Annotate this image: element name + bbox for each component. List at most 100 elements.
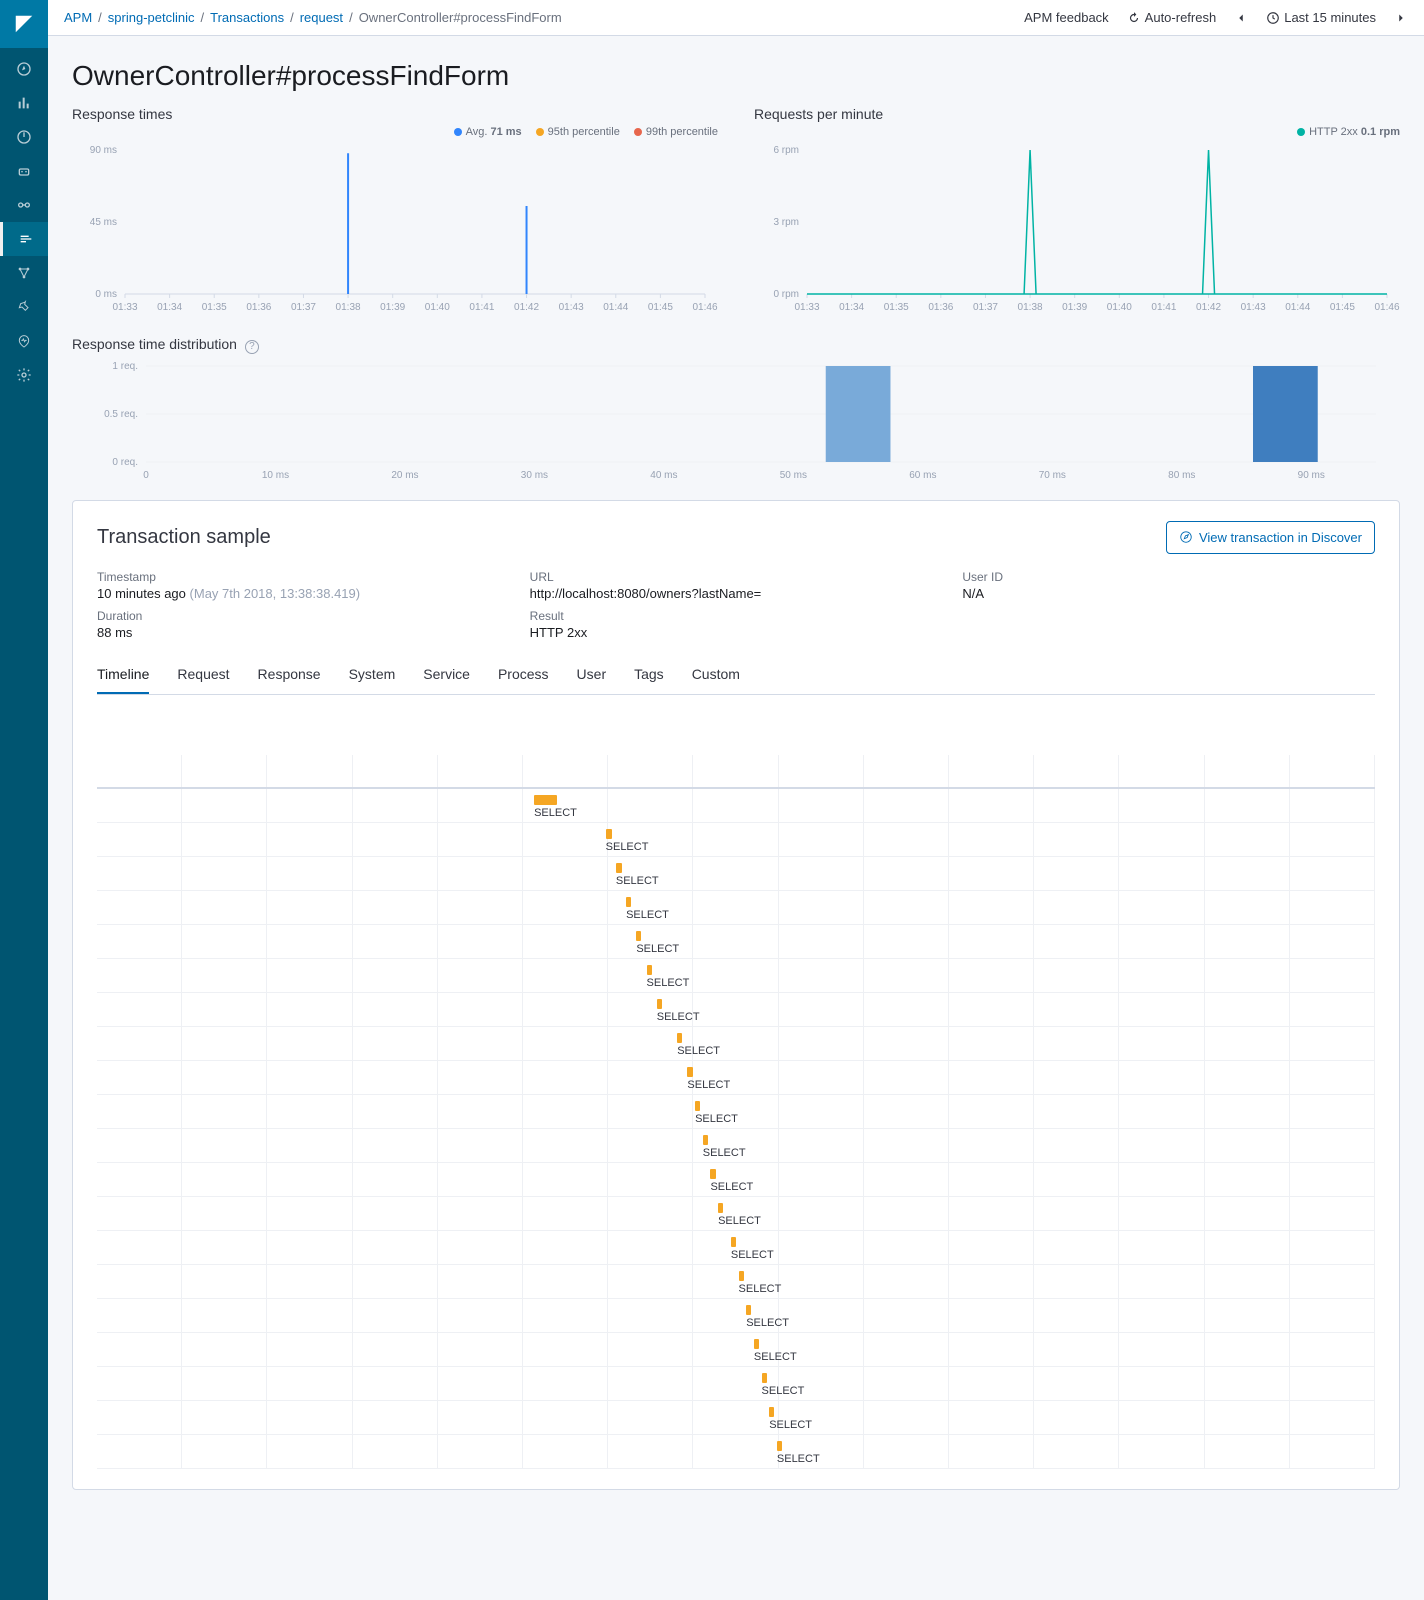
transaction-sample-panel: Transaction sample View transaction in D… <box>72 500 1400 1490</box>
svg-text:01:41: 01:41 <box>469 302 494 313</box>
crumb-apm[interactable]: APM <box>64 10 92 25</box>
page-title: OwnerController#processFindForm <box>72 60 1400 92</box>
url-value: http://localhost:8080/owners?lastName= <box>530 586 943 601</box>
time-next-button[interactable] <box>1394 11 1408 25</box>
svg-text:01:40: 01:40 <box>425 302 450 313</box>
svg-text:01:37: 01:37 <box>973 302 998 313</box>
waterfall-span[interactable]: SELECT <box>97 1299 1375 1333</box>
timestamp-label: Timestamp <box>97 570 510 584</box>
view-in-discover-button[interactable]: View transaction in Discover <box>1166 521 1375 554</box>
tab-system[interactable]: System <box>349 656 396 694</box>
waterfall-span[interactable]: SELECT <box>97 925 1375 959</box>
crumb-transactions[interactable]: Transactions <box>210 10 284 25</box>
svg-text:01:43: 01:43 <box>559 302 584 313</box>
svg-text:01:34: 01:34 <box>839 302 864 313</box>
waterfall-span[interactable]: SELECT <box>97 1231 1375 1265</box>
waterfall-span[interactable]: SELECT <box>97 1435 1375 1469</box>
nav-discover[interactable] <box>0 52 48 86</box>
nav-apm[interactable] <box>0 222 48 256</box>
svg-text:01:33: 01:33 <box>112 302 137 313</box>
svg-text:01:36: 01:36 <box>928 302 953 313</box>
waterfall-span[interactable]: SELECT <box>97 1401 1375 1435</box>
svg-text:01:37: 01:37 <box>291 302 316 313</box>
clock-icon <box>1266 11 1280 25</box>
refresh-icon <box>1127 11 1141 25</box>
rpm-chart[interactable]: 0 rpm3 rpm6 rpm01:3301:3401:3501:3601:37… <box>754 142 1400 322</box>
svg-text:0.5 req.: 0.5 req. <box>104 409 138 420</box>
svg-text:01:45: 01:45 <box>648 302 673 313</box>
compass-icon <box>1179 530 1193 544</box>
nav-devtools[interactable] <box>0 290 48 324</box>
waterfall-span[interactable]: SELECT <box>97 1129 1375 1163</box>
tab-user[interactable]: User <box>577 656 607 694</box>
timeline-waterfall[interactable]: SELECTSELECTSELECTSELECTSELECTSELECTSELE… <box>97 755 1375 1469</box>
waterfall-span[interactable]: SELECT <box>97 959 1375 993</box>
svg-text:01:46: 01:46 <box>1374 302 1399 313</box>
nav-management[interactable] <box>0 358 48 392</box>
topbar: APM/ spring-petclinic/ Transactions/ req… <box>48 0 1424 36</box>
tab-service[interactable]: Service <box>423 656 470 694</box>
svg-text:20 ms: 20 ms <box>391 470 418 481</box>
svg-text:0 rpm: 0 rpm <box>773 289 799 300</box>
nav-graph[interactable] <box>0 256 48 290</box>
svg-text:60 ms: 60 ms <box>909 470 936 481</box>
waterfall-span[interactable]: SELECT <box>97 891 1375 925</box>
waterfall-span[interactable]: SELECT <box>97 1027 1375 1061</box>
waterfall-span[interactable]: SELECT <box>97 1265 1375 1299</box>
svg-text:01:35: 01:35 <box>202 302 227 313</box>
svg-text:70 ms: 70 ms <box>1039 470 1066 481</box>
duration-value: 88 ms <box>97 625 510 640</box>
waterfall-span[interactable]: SELECT <box>97 1095 1375 1129</box>
crumb-service[interactable]: spring-petclinic <box>108 10 195 25</box>
svg-text:1 req.: 1 req. <box>112 361 138 372</box>
tab-request[interactable]: Request <box>177 656 229 694</box>
svg-text:01:36: 01:36 <box>246 302 271 313</box>
user-label: User ID <box>962 570 1375 584</box>
nav-timelion[interactable] <box>0 154 48 188</box>
svg-text:01:35: 01:35 <box>884 302 909 313</box>
svg-text:3 rpm: 3 rpm <box>773 217 799 228</box>
tab-response[interactable]: Response <box>258 656 321 694</box>
tab-timeline[interactable]: Timeline <box>97 656 149 694</box>
waterfall-span[interactable]: SELECT <box>97 823 1375 857</box>
waterfall-span[interactable]: SELECT <box>97 789 1375 823</box>
apm-feedback-link[interactable]: APM feedback <box>1024 10 1109 25</box>
tab-custom[interactable]: Custom <box>692 656 740 694</box>
svg-text:01:33: 01:33 <box>794 302 819 313</box>
response-times-chart[interactable]: 0 ms45 ms90 ms01:3301:3401:3501:3601:370… <box>72 142 718 322</box>
waterfall-span[interactable]: SELECT <box>97 1333 1375 1367</box>
nav-monitoring[interactable] <box>0 324 48 358</box>
waterfall-span[interactable]: SELECT <box>97 1197 1375 1231</box>
distribution-title: Response time distribution ? <box>72 336 1400 354</box>
kibana-logo[interactable] <box>0 0 48 48</box>
result-value: HTTP 2xx <box>530 625 943 640</box>
time-prev-button[interactable] <box>1234 11 1248 25</box>
svg-text:10 ms: 10 ms <box>262 470 289 481</box>
result-label: Result <box>530 609 943 623</box>
nav-dashboard[interactable] <box>0 120 48 154</box>
tab-tags[interactable]: Tags <box>634 656 664 694</box>
nav-visualize[interactable] <box>0 86 48 120</box>
waterfall-span[interactable]: SELECT <box>97 857 1375 891</box>
crumb-type[interactable]: request <box>300 10 343 25</box>
user-value: N/A <box>962 586 1375 601</box>
auto-refresh-toggle[interactable]: Auto-refresh <box>1127 10 1217 25</box>
help-icon[interactable]: ? <box>245 340 259 354</box>
svg-text:50 ms: 50 ms <box>780 470 807 481</box>
distribution-chart[interactable]: 0 req.0.5 req.1 req.010 ms20 ms30 ms40 m… <box>72 358 1400 488</box>
response-times-title: Response times <box>72 106 718 122</box>
nav-ml[interactable] <box>0 188 48 222</box>
crumb-current: OwnerController#processFindForm <box>359 10 562 25</box>
duration-label: Duration <box>97 609 510 623</box>
waterfall-span[interactable]: SELECT <box>97 1367 1375 1401</box>
waterfall-span[interactable]: SELECT <box>97 1061 1375 1095</box>
svg-text:45 ms: 45 ms <box>90 217 117 228</box>
waterfall-span[interactable]: SELECT <box>97 993 1375 1027</box>
waterfall-span[interactable]: SELECT <box>97 1163 1375 1197</box>
svg-text:90 ms: 90 ms <box>1298 470 1325 481</box>
tab-process[interactable]: Process <box>498 656 549 694</box>
svg-text:01:40: 01:40 <box>1107 302 1132 313</box>
chevron-right-icon <box>1394 11 1408 25</box>
time-range-picker[interactable]: Last 15 minutes <box>1266 10 1376 25</box>
svg-text:01:45: 01:45 <box>1330 302 1355 313</box>
